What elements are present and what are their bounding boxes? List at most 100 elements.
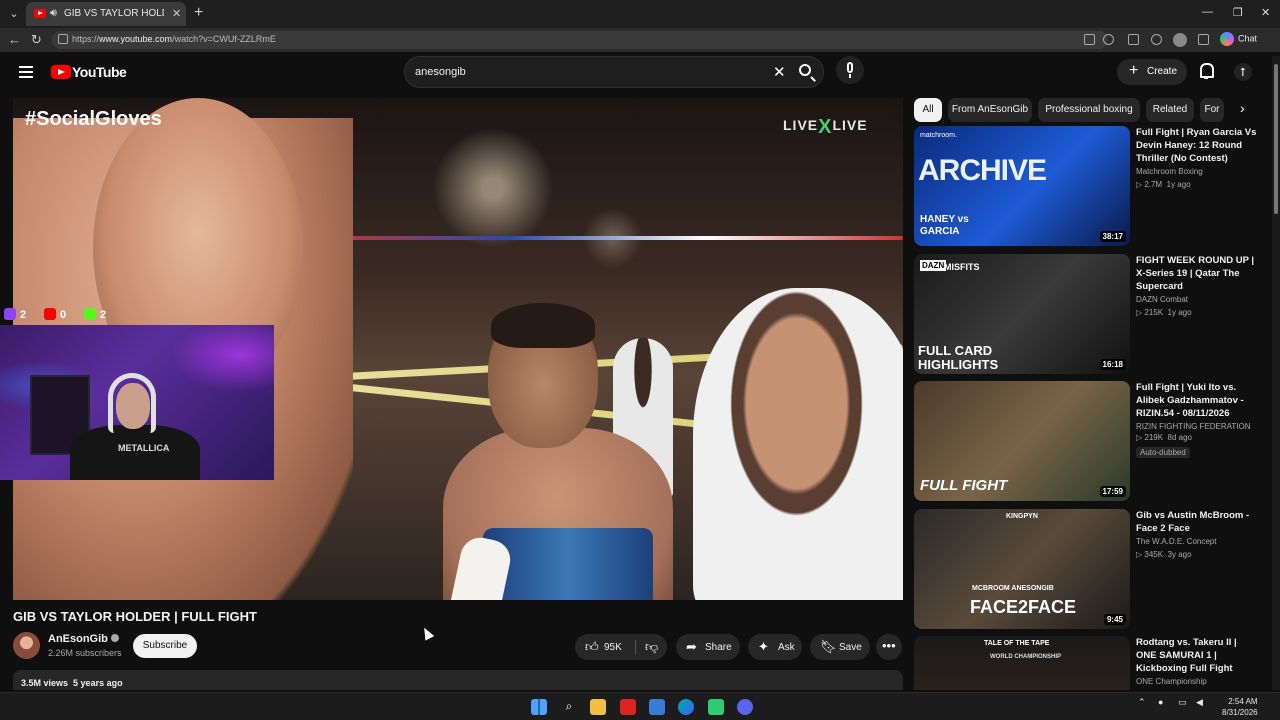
search-button[interactable] bbox=[797, 62, 817, 82]
create-button[interactable]: + Create bbox=[1117, 59, 1187, 85]
tab-list-chevron-icon[interactable]: ⌄ bbox=[6, 6, 22, 22]
recommendation-thumbnail[interactable]: matchroom. ARCHIVE HANEY vs GARCIA 38:17 bbox=[914, 126, 1130, 246]
store-icon[interactable] bbox=[649, 699, 665, 715]
red-app-icon[interactable] bbox=[620, 699, 636, 715]
create-label: Create bbox=[1147, 66, 1178, 77]
recommendation-channel[interactable]: RIZIN FIGHTING FEDERATION bbox=[1136, 422, 1258, 431]
recommendation-title[interactable]: Gib vs Austin McBroom - Face 2 Face bbox=[1136, 509, 1258, 535]
discord-icon[interactable] bbox=[737, 699, 753, 715]
subscribe-button[interactable]: Subscribe bbox=[133, 634, 197, 658]
like-button[interactable]: 👍︎ 95K bbox=[575, 634, 633, 660]
center-fighter-hair bbox=[491, 303, 595, 348]
edge-browser-icon[interactable] bbox=[678, 699, 694, 715]
youtube-logo-icon[interactable] bbox=[51, 65, 71, 79]
tray-volume-icon[interactable]: ◀ bbox=[1196, 697, 1203, 708]
recommendation-thumbnail[interactable]: DAZN MISFITS FULL CARD HIGHLIGHTS 16:18 bbox=[914, 254, 1130, 374]
account-avatar-icon[interactable]: ⭡ bbox=[1234, 63, 1252, 81]
sparkle-icon: ✦ bbox=[758, 639, 769, 654]
clear-search-icon[interactable]: ✕ bbox=[773, 63, 786, 81]
search-value: anesongib bbox=[415, 66, 466, 78]
speaker-icon[interactable]: 🔊︎ bbox=[50, 7, 57, 20]
chip-from-channel[interactable]: From AnEsonGib bbox=[948, 98, 1032, 122]
recommendation-channel[interactable]: DAZN Combat bbox=[1136, 295, 1258, 304]
share-button[interactable]: ➦ Share bbox=[676, 634, 740, 660]
microphone-stand bbox=[849, 74, 851, 78]
hamburger-menu-icon[interactable] bbox=[19, 66, 33, 78]
tab-close-icon[interactable]: ✕ bbox=[172, 7, 181, 20]
tray-chevron-icon[interactable]: ⌃ bbox=[1138, 697, 1146, 708]
windows-start-icon[interactable] bbox=[531, 699, 547, 715]
recommendation-title[interactable]: Full Fight | Ryan Garcia Vs Devin Haney:… bbox=[1136, 126, 1258, 165]
scrollbar-thumb[interactable] bbox=[1274, 64, 1278, 214]
save-button[interactable]: 🔖︎ Save bbox=[810, 634, 870, 660]
back-arrow-icon[interactable]: ← bbox=[8, 32, 21, 47]
youtube-wordmark[interactable]: YouTube bbox=[72, 64, 127, 80]
youtube-favicon-icon bbox=[34, 9, 46, 18]
favorite-star-icon[interactable] bbox=[1103, 34, 1114, 45]
more-actions-button[interactable]: ••• bbox=[876, 634, 902, 660]
browser-menu-icon[interactable] bbox=[1198, 34, 1209, 45]
dislike-button[interactable]: 👎︎ bbox=[637, 634, 667, 660]
recommendation-thumbnail[interactable]: FULL FIGHT 17:59 bbox=[914, 381, 1130, 501]
notifications-bell-icon[interactable] bbox=[1199, 63, 1214, 79]
thumbs-up-icon: 👍︎ bbox=[585, 639, 599, 654]
recommendation-views: 345K bbox=[1144, 550, 1164, 559]
recommendation-age: 8d ago bbox=[1167, 433, 1192, 442]
search-input[interactable]: anesongib ✕ bbox=[404, 56, 824, 88]
new-tab-plus-icon[interactable]: + bbox=[194, 4, 203, 22]
url-field[interactable]: https://www.youtube.com/watch?v=CWUf-ZZL… bbox=[52, 31, 1108, 49]
recommendation-item[interactable]: KINGPYN MCBROOM ANESONGIB FACE2FACE 9:45… bbox=[914, 509, 1259, 629]
chip-related[interactable]: Related bbox=[1146, 98, 1194, 122]
video-description-box[interactable]: 3.5M views 5 years ago bbox=[13, 670, 903, 690]
app-install-icon[interactable] bbox=[1084, 34, 1095, 45]
like-divider bbox=[635, 640, 636, 654]
recommendation-info: FIGHT WEEK ROUND UP | X-Series 19 | Qata… bbox=[1136, 254, 1258, 317]
browser-profile-avatar[interactable] bbox=[1173, 33, 1187, 47]
green-app-icon[interactable] bbox=[708, 699, 724, 715]
ask-button[interactable]: ✦ Ask bbox=[748, 634, 802, 660]
chip-professional-boxing[interactable]: Professional boxing bbox=[1038, 98, 1140, 122]
twitch-icon bbox=[4, 308, 16, 320]
minimize-icon[interactable]: — bbox=[1202, 6, 1213, 18]
tray-network-icon[interactable]: ▭ bbox=[1178, 697, 1187, 708]
recommendation-item[interactable]: FULL FIGHT 17:59 Full Fight | Yuki Ito v… bbox=[914, 381, 1259, 501]
recommendation-title[interactable]: FIGHT WEEK ROUND UP | X-Series 19 | Qata… bbox=[1136, 254, 1258, 293]
recommendation-info: Gib vs Austin McBroom - Face 2 Face The … bbox=[1136, 509, 1258, 559]
duration-badge: 38:17 bbox=[1099, 231, 1126, 242]
windows-taskbar: ⌕ ⌃ ● ▭ ◀ 2:54 AM 8/31/2026 bbox=[0, 692, 1280, 720]
recommendation-channel[interactable]: ONE Championship bbox=[1136, 677, 1258, 686]
page-scrollbar[interactable] bbox=[1272, 56, 1280, 690]
thumb-headline: FULL FIGHT bbox=[920, 477, 1008, 494]
recommendation-item[interactable]: DAZN MISFITS FULL CARD HIGHLIGHTS 16:18 … bbox=[914, 254, 1259, 374]
window-close-icon[interactable]: ✕ bbox=[1261, 6, 1270, 19]
extensions-icon[interactable] bbox=[1128, 34, 1139, 45]
streamer-shirt-text: METALLICA bbox=[118, 443, 170, 453]
recommendation-item[interactable]: TALE OF THE TAPE WORLD CHAMPIONSHIP Rodt… bbox=[914, 636, 1259, 690]
browser-tab-active[interactable]: 🔊︎ GIB VS TAYLOR HOLDER | FUL ✕ bbox=[26, 2, 186, 26]
recommendation-age: 1y ago bbox=[1166, 180, 1191, 189]
chevron-right-icon[interactable]: › bbox=[1240, 100, 1245, 116]
copilot-chat-button[interactable]: Chat bbox=[1220, 32, 1257, 48]
recommendation-item[interactable]: matchroom. ARCHIVE HANEY vs GARCIA 38:17… bbox=[914, 126, 1259, 246]
taskbar-search-icon[interactable]: ⌕ bbox=[561, 699, 577, 715]
favorites-icon[interactable] bbox=[1151, 34, 1162, 45]
file-explorer-icon[interactable] bbox=[590, 699, 606, 715]
restore-icon[interactable]: ❐ bbox=[1233, 6, 1243, 19]
channel-name[interactable]: AnEsonGib bbox=[48, 633, 119, 645]
recommendation-thumbnail[interactable]: KINGPYN MCBROOM ANESONGIB FACE2FACE 9:45 bbox=[914, 509, 1130, 629]
recommendation-title[interactable]: Rodtang vs. Takeru II | ONE SAMURAI 1 | … bbox=[1136, 636, 1258, 675]
reload-icon[interactable]: ↻ bbox=[31, 32, 42, 48]
system-clock[interactable]: 2:54 AM 8/31/2026 bbox=[1222, 696, 1258, 718]
voice-search-button[interactable] bbox=[836, 56, 864, 84]
plus-icon: + bbox=[1129, 62, 1139, 79]
site-info-icon[interactable] bbox=[58, 34, 68, 44]
chip-for-you[interactable]: For bbox=[1200, 98, 1224, 122]
recommendation-channel[interactable]: The W.A.D.E. Concept bbox=[1136, 537, 1258, 546]
channel-avatar[interactable] bbox=[13, 632, 40, 659]
recommendation-channel[interactable]: Matchroom Boxing bbox=[1136, 167, 1258, 176]
recommendation-thumbnail[interactable]: TALE OF THE TAPE WORLD CHAMPIONSHIP bbox=[914, 636, 1130, 690]
chip-all[interactable]: All bbox=[914, 98, 942, 122]
tray-mic-icon[interactable]: ● bbox=[1158, 697, 1163, 707]
auto-dubbed-badge: Auto-dubbed bbox=[1136, 447, 1190, 458]
recommendation-title[interactable]: Full Fight | Yuki Ito vs. Alibek Gadzham… bbox=[1136, 381, 1258, 420]
